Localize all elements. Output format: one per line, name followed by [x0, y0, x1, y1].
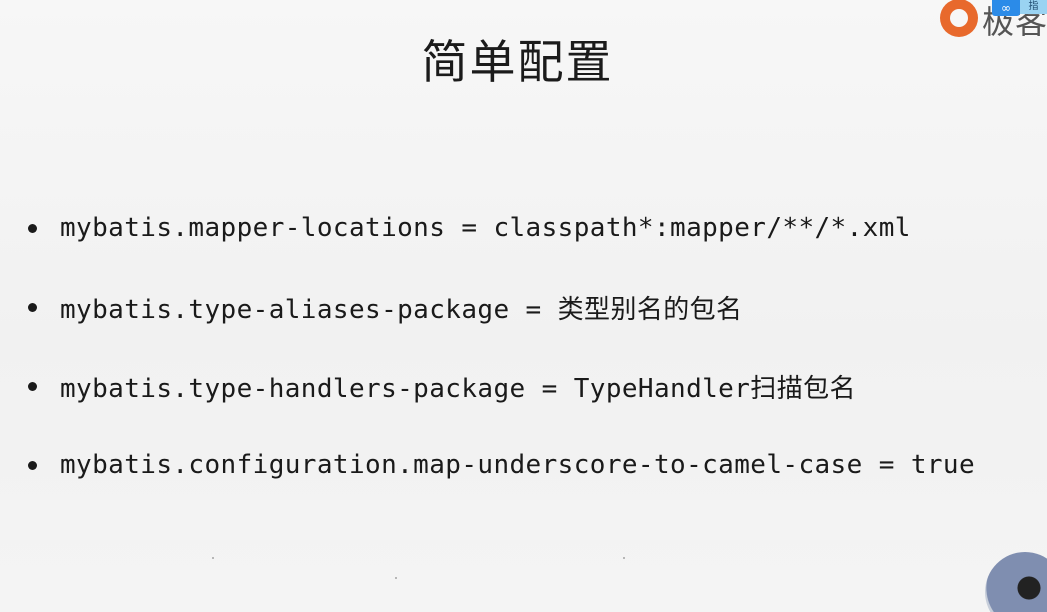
bullet-text: mybatis.type-aliases-package = 类型别名的包名: [60, 294, 743, 325]
bullet-item-mapper-locations: mybatis.mapper-locations = classpath*:ma…: [28, 205, 1018, 251]
bullet-dot: [28, 460, 37, 470]
bullet-text: mybatis.mapper-locations = classpath*:ma…: [60, 213, 911, 243]
bullet-dot: [28, 302, 37, 312]
bullet-text: mybatis.configuration.map-underscore-to-…: [60, 450, 976, 480]
bullet-dot: [28, 223, 37, 233]
bullet-item-map-underscore-to-camel-case: mybatis.configuration.map-underscore-to-…: [28, 442, 1018, 488]
dust-speck: [395, 577, 397, 579]
video-avatar: [985, 552, 1047, 612]
dust-speck: [623, 557, 625, 559]
bullet-item-type-handlers-package: mybatis.type-handlers-package = TypeHand…: [28, 363, 1018, 409]
presentation-slide: 简单配置 mybatis.mapper-locations = classpat…: [0, 0, 1047, 612]
slide-title: 简单配置: [421, 35, 614, 89]
share-icon[interactable]: ∞: [992, 0, 1020, 16]
bullet-dot: [28, 381, 37, 391]
bullet-text: mybatis.type-handlers-package = TypeHand…: [60, 373, 856, 404]
brand-logo-icon: [940, 0, 978, 37]
dust-speck: [212, 557, 214, 559]
bullet-item-type-aliases-package: mybatis.type-aliases-package = 类型别名的包名: [28, 284, 1018, 330]
config-bullet-list: mybatis.mapper-locations = classpath*:ma…: [28, 205, 1018, 521]
side-tab[interactable]: 指: [1020, 0, 1047, 14]
